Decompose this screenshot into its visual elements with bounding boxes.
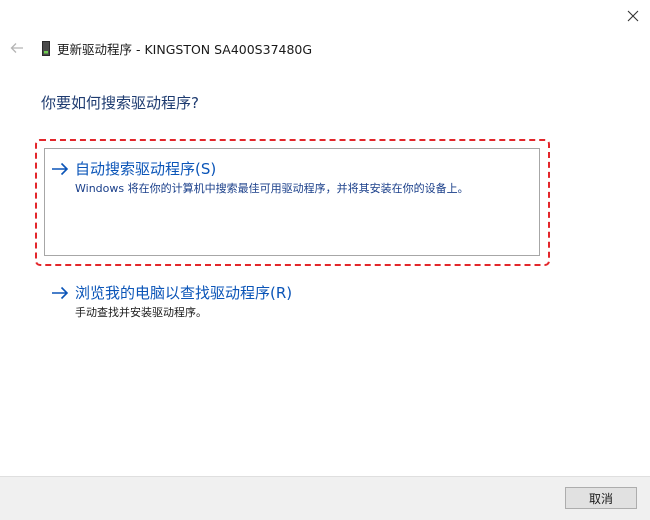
auto-search-option[interactable]: 自动搜索驱动程序(S) Windows 将在你的计算机中搜索最佳可用驱动程序，并… xyxy=(50,159,469,198)
right-arrow-icon xyxy=(50,283,70,303)
right-arrow-icon xyxy=(50,159,70,179)
auto-search-label: 自动搜索驱动程序(S) xyxy=(75,160,217,178)
drive-icon xyxy=(42,40,50,56)
browse-computer-option[interactable]: 浏览我的电脑以查找驱动程序(R) 手动查找并安装驱动程序。 xyxy=(50,283,292,322)
window-title: 更新驱动程序 - KINGSTON SA400S37480G xyxy=(57,41,313,57)
auto-search-description: Windows 将在你的计算机中搜索最佳可用驱动程序，并将其安装在你的设备上。 xyxy=(75,182,469,195)
browse-computer-description: 手动查找并安装驱动程序。 xyxy=(75,306,207,319)
browse-computer-label: 浏览我的电脑以查找驱动程序(R) xyxy=(75,284,293,302)
close-icon xyxy=(627,10,639,22)
close-button[interactable] xyxy=(616,0,650,32)
cancel-button[interactable]: 取消 xyxy=(565,487,637,509)
option-text: 自动搜索驱动程序(S) Windows 将在你的计算机中搜索最佳可用驱动程序，并… xyxy=(75,159,469,198)
dialog-footer xyxy=(0,476,650,520)
update-driver-dialog: 更新驱动程序 - KINGSTON SA400S37480G 你要如何搜索驱动程… xyxy=(0,0,650,520)
title-row: 更新驱动程序 - KINGSTON SA400S37480G xyxy=(42,38,312,58)
back-arrow-icon xyxy=(10,43,23,53)
back-button[interactable] xyxy=(6,38,28,58)
page-heading: 你要如何搜索驱动程序? xyxy=(41,94,199,112)
option-text: 浏览我的电脑以查找驱动程序(R) 手动查找并安装驱动程序。 xyxy=(75,283,292,322)
